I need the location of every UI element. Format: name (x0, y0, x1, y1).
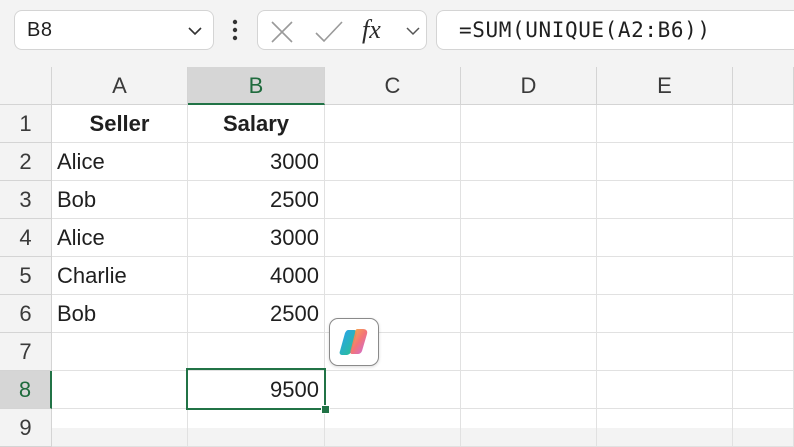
column-header-b[interactable]: B (188, 67, 325, 105)
vertical-ellipsis-icon[interactable] (228, 17, 242, 43)
column-header-c[interactable]: C (325, 67, 461, 105)
cell-b6[interactable]: 2500 (188, 295, 325, 333)
cell-f5[interactable] (733, 257, 794, 295)
cell-b2[interactable]: 3000 (188, 143, 325, 181)
spreadsheet-grid: A B C D E 1 2 3 4 5 6 7 8 9 Seller Salary… (0, 67, 794, 447)
cell-d2[interactable] (461, 143, 597, 181)
insert-function-button[interactable]: fx (362, 15, 381, 45)
formula-actions: fx (257, 10, 427, 50)
cell-d1[interactable] (461, 105, 597, 143)
cell-f8[interactable] (733, 371, 794, 409)
row-header-1[interactable]: 1 (0, 105, 52, 143)
cell-e2[interactable] (597, 143, 733, 181)
chevron-down-icon[interactable] (187, 23, 203, 39)
cell-f9[interactable] (733, 409, 794, 447)
select-all-corner[interactable] (0, 67, 52, 105)
checkmark-icon[interactable] (314, 20, 344, 44)
cell-e3[interactable] (597, 181, 733, 219)
cell-f4[interactable] (733, 219, 794, 257)
cell-c5[interactable] (325, 257, 461, 295)
cell-a9[interactable] (52, 409, 188, 447)
cell-c3[interactable] (325, 181, 461, 219)
cell-b7[interactable] (188, 333, 325, 371)
cell-a8[interactable] (52, 371, 188, 409)
cell-e6[interactable] (597, 295, 733, 333)
name-box-value: B8 (27, 19, 53, 41)
row-header-9[interactable]: 9 (0, 409, 52, 447)
row-header-5[interactable]: 5 (0, 257, 52, 295)
row-header-8[interactable]: 8 (0, 371, 52, 409)
formula-text: =SUM(UNIQUE(A2:B6)) (459, 18, 711, 42)
cell-d6[interactable] (461, 295, 597, 333)
cell-d5[interactable] (461, 257, 597, 295)
cell-c8[interactable] (325, 371, 461, 409)
cell-a5[interactable]: Charlie (52, 257, 188, 295)
cell-b3[interactable]: 2500 (188, 181, 325, 219)
copilot-icon (339, 329, 368, 355)
cell-a4[interactable]: Alice (52, 219, 188, 257)
cell-f6[interactable] (733, 295, 794, 333)
cell-b8[interactable]: 9500 (188, 371, 325, 409)
cell-b9[interactable] (188, 409, 325, 447)
cell-f2[interactable] (733, 143, 794, 181)
fill-handle[interactable] (321, 405, 330, 414)
copilot-button[interactable] (329, 318, 379, 366)
row-header-3[interactable]: 3 (0, 181, 52, 219)
cell-c2[interactable] (325, 143, 461, 181)
cell-c9[interactable] (325, 409, 461, 447)
formula-bar: B8 fx =SUM(UNIQUE(A2:B6)) (0, 0, 794, 66)
cell-b4[interactable]: 3000 (188, 219, 325, 257)
row-header-2[interactable]: 2 (0, 143, 52, 181)
cell-c1[interactable] (325, 105, 461, 143)
cell-e5[interactable] (597, 257, 733, 295)
column-header-e[interactable]: E (597, 67, 733, 105)
cell-d4[interactable] (461, 219, 597, 257)
cell-e7[interactable] (597, 333, 733, 371)
column-header-a[interactable]: A (52, 67, 188, 105)
cell-a1[interactable]: Seller (52, 105, 188, 143)
cell-d9[interactable] (461, 409, 597, 447)
cell-e8[interactable] (597, 371, 733, 409)
cell-f1[interactable] (733, 105, 794, 143)
row-header-6[interactable]: 6 (0, 295, 52, 333)
cell-a2[interactable]: Alice (52, 143, 188, 181)
column-header-d[interactable]: D (461, 67, 597, 105)
cell-a6[interactable]: Bob (52, 295, 188, 333)
name-box[interactable]: B8 (14, 10, 214, 50)
cell-f7[interactable] (733, 333, 794, 371)
cell-c4[interactable] (325, 219, 461, 257)
column-header-f[interactable] (733, 67, 794, 105)
cell-a3[interactable]: Bob (52, 181, 188, 219)
cell-b1[interactable]: Salary (188, 105, 325, 143)
row-header-4[interactable]: 4 (0, 219, 52, 257)
formula-input[interactable]: =SUM(UNIQUE(A2:B6)) (436, 10, 794, 50)
close-icon[interactable] (270, 20, 294, 44)
cell-e9[interactable] (597, 409, 733, 447)
cell-d8[interactable] (461, 371, 597, 409)
cell-e1[interactable] (597, 105, 733, 143)
chevron-down-icon[interactable] (406, 24, 420, 38)
cell-e4[interactable] (597, 219, 733, 257)
cell-a7[interactable] (52, 333, 188, 371)
column-headers: A B C D E (0, 67, 794, 105)
cell-d7[interactable] (461, 333, 597, 371)
cell-d3[interactable] (461, 181, 597, 219)
row-header-7[interactable]: 7 (0, 333, 52, 371)
cell-b5[interactable]: 4000 (188, 257, 325, 295)
cell-f3[interactable] (733, 181, 794, 219)
